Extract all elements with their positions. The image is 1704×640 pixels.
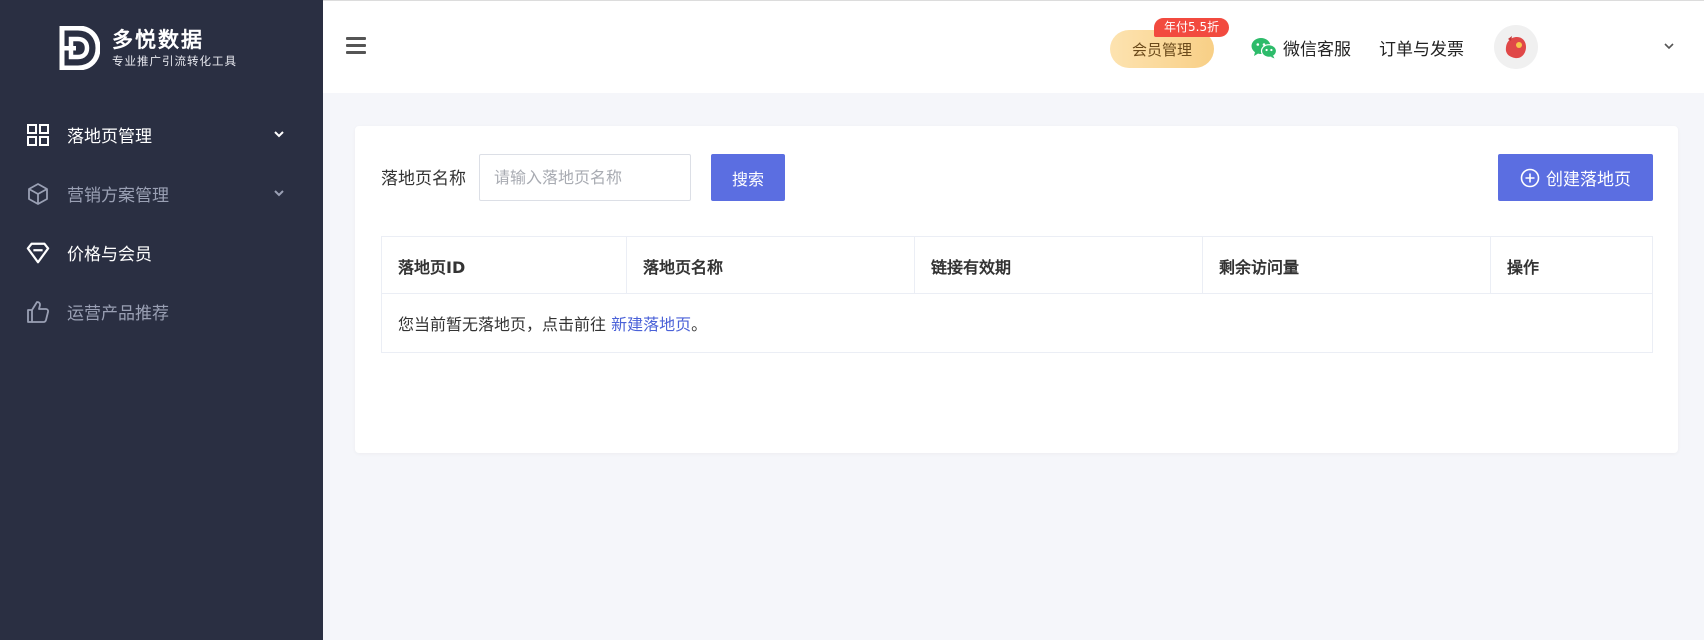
user-name[interactable]	[1552, 37, 1612, 57]
avatar[interactable]	[1494, 25, 1538, 69]
sidebar-item-landing-pages[interactable]: 落地页管理	[0, 105, 323, 164]
column-header-name: 落地页名称	[627, 237, 915, 294]
new-landing-page-link[interactable]: 新建落地页	[611, 311, 691, 335]
chevron-down-icon	[274, 190, 284, 197]
sidebar-item-label: 价格与会员	[67, 245, 152, 265]
search-button[interactable]: 搜索	[711, 154, 785, 201]
wechat-icon	[1251, 37, 1277, 58]
brand-logo[interactable]: 多悦数据 专业推广引流转化工具	[58, 26, 237, 70]
orders-invoices-link[interactable]: 订单与发票	[1379, 35, 1464, 60]
sidebar-item-product-recommend[interactable]: 运营产品推荐	[0, 282, 323, 341]
chevron-down-icon[interactable]	[1663, 40, 1675, 52]
empty-state-suffix: 。	[691, 315, 708, 334]
column-header-validity: 链接有效期	[915, 237, 1203, 294]
sidebar-item-pricing-membership[interactable]: 价格与会员	[0, 223, 323, 282]
search-label: 落地页名称	[381, 169, 466, 189]
menu-toggle-icon[interactable]	[346, 37, 366, 55]
box-icon	[26, 182, 50, 206]
landing-page-name-input[interactable]	[479, 154, 691, 201]
column-header-remaining-visits: 剩余访问量	[1203, 237, 1491, 294]
empty-state-text: 您当前暂无落地页，点击前往	[398, 315, 612, 334]
column-header-actions: 操作	[1507, 257, 1540, 277]
landing-page-list-card: 落地页名称 搜索 创建落地页 落地页ID 落地页名称 链接有效期 剩余访问量 操…	[355, 126, 1678, 453]
landing-page-table: 落地页ID 落地页名称 链接有效期 剩余访问量 操作 您当前暂无落地页，点击前往…	[381, 236, 1653, 353]
top-header: 会员管理 年付5.5折 微信客服 订单与发票	[323, 0, 1704, 93]
logo-icon	[59, 26, 100, 70]
create-button-label: 创建落地页	[1546, 170, 1631, 190]
grid-icon	[26, 123, 50, 147]
plus-circle-icon	[1520, 168, 1540, 187]
wechat-support-link[interactable]: 微信客服	[1251, 35, 1351, 60]
create-landing-page-button[interactable]: 创建落地页	[1498, 154, 1653, 201]
column-header-id: 落地页ID	[382, 237, 627, 294]
sidebar-item-label: 营销方案管理	[67, 186, 169, 206]
sidebar-item-marketing-plans[interactable]: 营销方案管理	[0, 164, 323, 223]
brand-title: 多悦数据	[112, 28, 204, 52]
empty-state-row: 您当前暂无落地页，点击前往 新建落地页 。	[382, 294, 1652, 352]
table-header: 落地页ID 落地页名称 链接有效期 剩余访问量 操作	[382, 237, 1652, 294]
diamond-icon	[26, 241, 50, 265]
thumbs-up-icon	[26, 300, 50, 324]
sidebar-item-label: 落地页管理	[67, 127, 152, 147]
sidebar-nav: 落地页管理 营销方案管理 价格与会员 运营产品推荐	[0, 105, 323, 341]
wechat-support-label: 微信客服	[1283, 40, 1351, 60]
sidebar: 多悦数据 专业推广引流转化工具 落地页管理 营销方案管理 价格与会员 运营产品推…	[0, 0, 323, 640]
chevron-down-icon	[274, 131, 284, 138]
brand-subtitle: 专业推广引流转化工具	[112, 54, 237, 68]
discount-badge: 年付5.5折	[1154, 18, 1230, 37]
sidebar-item-label: 运营产品推荐	[67, 304, 169, 324]
